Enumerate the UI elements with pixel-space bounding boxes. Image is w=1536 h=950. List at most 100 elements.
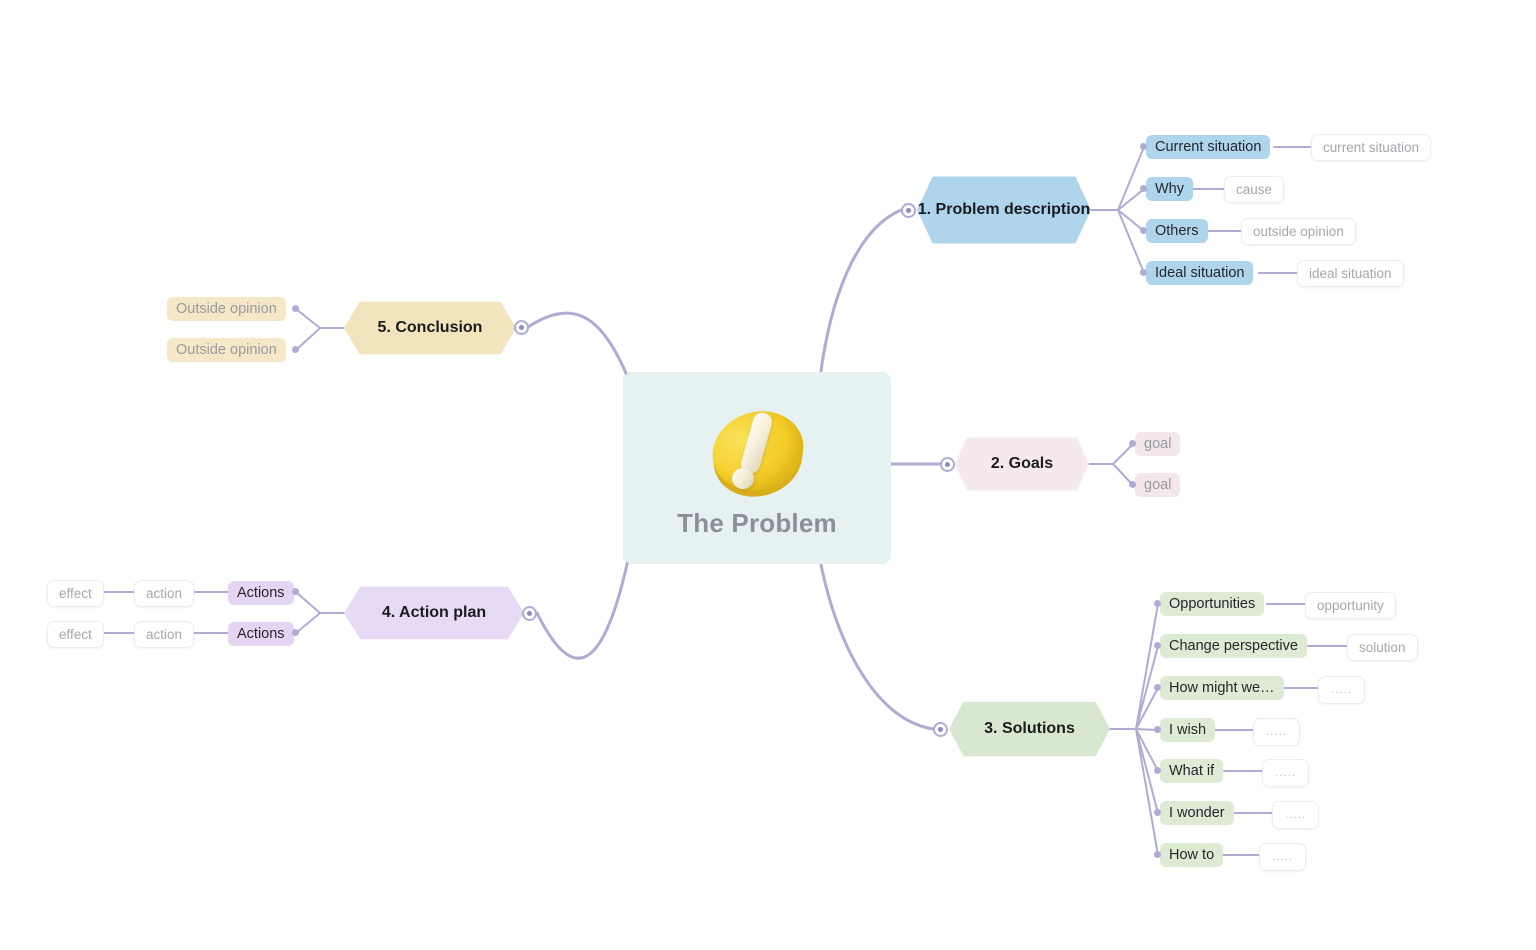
subnode-i-wonder[interactable]: I wonder <box>1160 801 1234 825</box>
leaf-effect-2[interactable]: effect <box>47 621 104 648</box>
wire-root-to-action-plan <box>535 558 630 660</box>
branch-title-1: Problem description <box>935 201 1091 219</box>
bullet-dot <box>292 346 299 353</box>
leaf-action-1[interactable]: action <box>134 580 195 607</box>
subnode-label: Change perspective <box>1169 638 1298 654</box>
branch-label-problem-description: 1. Problem description <box>918 200 1091 219</box>
leaf-label: ..... <box>1275 767 1297 779</box>
subnode-label: How to <box>1169 847 1215 863</box>
branch-label-goals: 2. Goals <box>991 454 1053 473</box>
leaf-current-situation[interactable]: current situation <box>1311 134 1432 161</box>
subnode-goal-2[interactable]: goal <box>1135 473 1181 497</box>
wire-pd-child-0 <box>1117 146 1145 211</box>
leaf-label: opportunity <box>1317 598 1384 613</box>
subnode-label: How might we… <box>1169 680 1275 696</box>
root-node[interactable]: The Problem <box>623 372 891 564</box>
branch-label-action-plan: 4. Action plan <box>382 603 486 622</box>
leaf-label: ..... <box>1331 684 1353 696</box>
subnode-goal-1[interactable]: goal <box>1135 432 1181 456</box>
branch-number-4: 4. <box>381 604 396 622</box>
subnode-how-to[interactable]: How to <box>1160 843 1224 867</box>
subnode-label: Actions <box>237 626 285 642</box>
leaf-placeholder[interactable]: ..... <box>1318 676 1366 704</box>
bullet-dot <box>1154 809 1161 816</box>
wire-root-to-solutions <box>818 558 935 731</box>
bullet-dot <box>1140 185 1147 192</box>
wire-sol-child-4 <box>1135 728 1159 772</box>
bullet-dot <box>1140 143 1147 150</box>
subnode-actions-1[interactable]: Actions <box>228 581 294 605</box>
leaf-label: ..... <box>1285 809 1307 821</box>
subnode-what-if[interactable]: What if <box>1160 759 1224 783</box>
subnode-ideal-situation[interactable]: Ideal situation <box>1146 261 1254 285</box>
leaf-cause[interactable]: cause <box>1224 176 1285 203</box>
leaf-label: action <box>146 586 183 601</box>
leaf-placeholder[interactable]: ..... <box>1259 843 1307 871</box>
subnode-label: I wonder <box>1169 805 1225 821</box>
subnode-i-wish[interactable]: I wish <box>1160 718 1216 742</box>
wire-pd-child-3 <box>1117 209 1145 274</box>
branch-node-conclusion[interactable]: 5. Conclusion <box>344 298 516 358</box>
branch-label-conclusion: 5. Conclusion <box>378 318 483 337</box>
leaf-opportunity[interactable]: opportunity <box>1305 592 1396 619</box>
subnode-why[interactable]: Why <box>1146 177 1193 201</box>
exclamation-mark-3d-icon <box>697 398 817 508</box>
leaf-placeholder[interactable]: ..... <box>1272 801 1320 829</box>
mindmap-canvas: The Problem 1. Problem description Curre… <box>0 0 1536 950</box>
leaf-label: ..... <box>1272 851 1294 863</box>
wire-sol-child-0 <box>1135 603 1159 730</box>
subnode-current-situation[interactable]: Current situation <box>1146 135 1271 159</box>
leaf-placeholder[interactable]: ..... <box>1262 759 1310 787</box>
leaf-ideal-situation[interactable]: ideal situation <box>1297 260 1404 287</box>
subnode-how-might-we[interactable]: How might we… <box>1160 676 1284 700</box>
collapse-toggle-goals[interactable] <box>940 457 955 472</box>
subnode-others[interactable]: Others <box>1146 219 1208 243</box>
collapse-toggle-action-plan[interactable] <box>522 606 537 621</box>
leaf-solution[interactable]: solution <box>1347 634 1418 661</box>
subnode-outside-opinion-1[interactable]: Outside opinion <box>167 297 286 321</box>
leaf-label: current situation <box>1323 140 1420 155</box>
branch-node-action-plan[interactable]: 4. Action plan <box>344 583 524 643</box>
branch-number-5: 5. <box>377 319 391 337</box>
branch-node-goals[interactable]: 2. Goals <box>955 434 1089 494</box>
subnode-label: I wish <box>1169 722 1207 738</box>
subnode-actions-2[interactable]: Actions <box>228 622 294 646</box>
subnode-label: Others <box>1155 223 1199 239</box>
wire-ap-child-0 <box>295 591 321 614</box>
leaf-placeholder[interactable]: ..... <box>1253 718 1301 746</box>
collapse-toggle-problem-description[interactable] <box>901 203 916 218</box>
leaf-label: outside opinion <box>1253 224 1344 239</box>
subnode-change-perspective[interactable]: Change perspective <box>1160 634 1307 658</box>
bullet-dot <box>1154 851 1161 858</box>
subnode-outside-opinion-2[interactable]: Outside opinion <box>167 338 286 362</box>
subnode-label: Actions <box>237 585 285 601</box>
wire-root-to-problem-description <box>818 208 903 380</box>
bullet-dot <box>1154 600 1161 607</box>
branch-node-solutions[interactable]: 3. Solutions <box>949 698 1110 760</box>
collapse-toggle-solutions[interactable] <box>933 722 948 737</box>
leaf-outside-opinion[interactable]: outside opinion <box>1241 218 1356 245</box>
branch-number-1: 1. <box>917 201 932 219</box>
wire-sol-child-6 <box>1135 728 1159 856</box>
bullet-dot <box>1129 440 1136 447</box>
wire-ap-child-1 <box>295 612 321 634</box>
wire-con-child-1 <box>295 327 321 351</box>
branch-title-4: Action plan <box>399 604 487 622</box>
leaf-action-2[interactable]: action <box>134 621 195 648</box>
subnode-label: Outside opinion <box>176 301 277 317</box>
wire-pd-child-1 <box>1117 188 1145 211</box>
subnode-label: Outside opinion <box>176 342 277 358</box>
leaf-label: ..... <box>1266 726 1288 738</box>
leaf-label: cause <box>1236 182 1273 197</box>
subnode-opportunities[interactable]: Opportunities <box>1160 592 1265 616</box>
branch-node-problem-description[interactable]: 1. Problem description <box>917 172 1091 248</box>
bullet-dot <box>1140 269 1147 276</box>
subnode-label: Opportunities <box>1169 596 1256 612</box>
leaf-effect-1[interactable]: effect <box>47 580 104 607</box>
branch-number-2: 2. <box>990 455 1005 473</box>
wire-root-to-conclusion <box>526 311 630 380</box>
leaf-label: ideal situation <box>1309 266 1392 281</box>
collapse-toggle-conclusion[interactable] <box>514 320 529 335</box>
bullet-dot <box>1154 642 1161 649</box>
branch-label-solutions: 3. Solutions <box>984 719 1075 738</box>
